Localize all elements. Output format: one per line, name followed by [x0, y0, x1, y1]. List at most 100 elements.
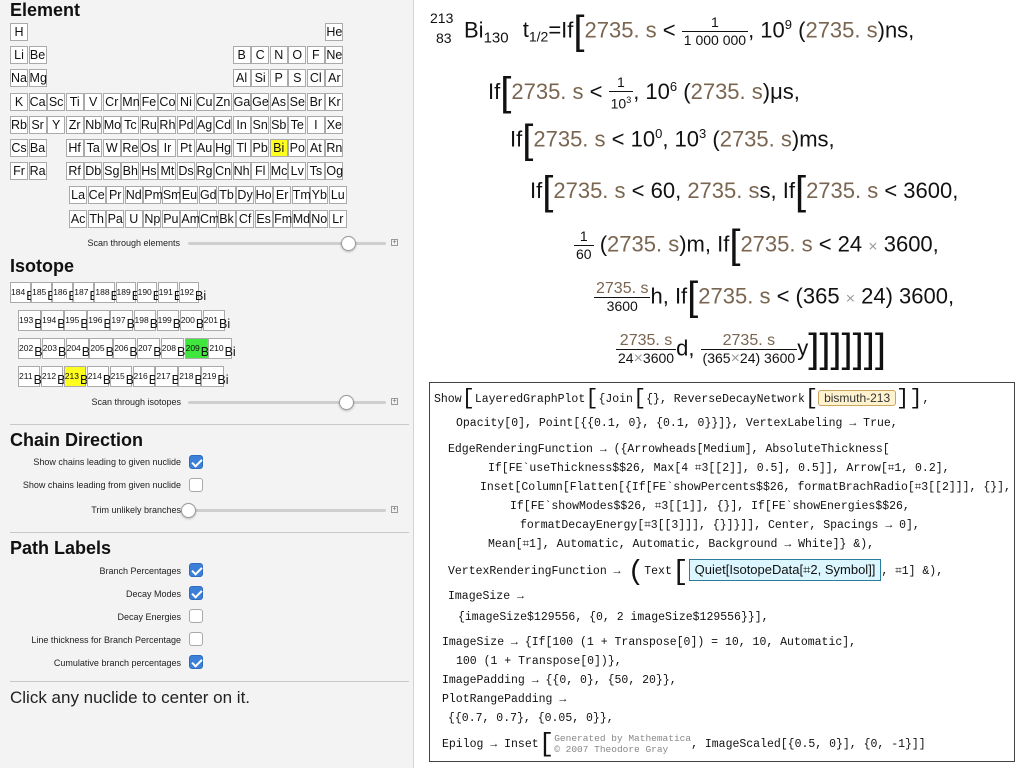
element-pa[interactable]: Pa: [106, 209, 125, 228]
element-be[interactable]: Be: [28, 46, 47, 65]
element-lu[interactable]: Lu: [328, 186, 347, 205]
element-ds[interactable]: Ds: [176, 162, 195, 181]
element-ba[interactable]: Ba: [28, 139, 47, 157]
element-s[interactable]: S: [288, 69, 307, 88]
element-ti[interactable]: Ti: [65, 92, 84, 111]
element-ho[interactable]: Ho: [254, 186, 273, 205]
element-cs[interactable]: Cs: [10, 139, 29, 157]
element-os[interactable]: Os: [139, 139, 158, 157]
element-rh[interactable]: Rh: [158, 115, 177, 134]
element-ts[interactable]: Ts: [306, 162, 325, 181]
element-hg[interactable]: Hg: [214, 139, 233, 157]
isotope-195[interactable]: 195Bi: [64, 310, 92, 331]
element-se[interactable]: Se: [288, 92, 307, 111]
element-am[interactable]: Am: [180, 209, 200, 228]
element-cm[interactable]: Cm: [198, 209, 219, 228]
scan-elements-slider[interactable]: [188, 242, 386, 245]
element-bh[interactable]: Bh: [121, 162, 140, 181]
element-sm[interactable]: Sm: [161, 186, 182, 205]
element-y[interactable]: Y: [47, 115, 66, 134]
element-gd[interactable]: Gd: [198, 186, 217, 205]
trim-expand-icon[interactable]: +: [391, 506, 398, 513]
element-n[interactable]: N: [269, 46, 288, 65]
element-fl[interactable]: Fl: [251, 162, 270, 181]
element-md[interactable]: Md: [291, 209, 310, 228]
decay-energies-checkbox[interactable]: [189, 609, 203, 623]
element-np[interactable]: Np: [143, 209, 162, 228]
element-rg[interactable]: Rg: [195, 162, 214, 181]
element-cn[interactable]: Cn: [214, 162, 233, 181]
element-es[interactable]: Es: [254, 209, 273, 228]
element-pu[interactable]: Pu: [161, 209, 180, 228]
element-si[interactable]: Si: [251, 69, 270, 88]
element-al[interactable]: Al: [232, 69, 251, 88]
element-ac[interactable]: Ac: [69, 209, 88, 228]
element-zn[interactable]: Zn: [214, 92, 233, 111]
cumulative-checkbox[interactable]: [189, 655, 203, 669]
element-tm[interactable]: Tm: [291, 186, 311, 205]
trim-slider[interactable]: [188, 509, 386, 512]
scan-isotopes-knob[interactable]: [339, 395, 355, 410]
isotope-197[interactable]: 197Bi: [110, 310, 138, 331]
element-eu[interactable]: Eu: [180, 186, 199, 205]
scan-isotopes-expand-icon[interactable]: +: [391, 398, 398, 405]
element-f[interactable]: F: [306, 46, 325, 65]
element-rb[interactable]: Rb: [10, 115, 29, 134]
isotope-204[interactable]: 204Bi: [65, 338, 93, 359]
element-th[interactable]: Th: [87, 209, 106, 228]
isotope-191[interactable]: 191Bi: [157, 282, 185, 303]
element-po[interactable]: Po: [288, 139, 307, 157]
isotope-203[interactable]: 203Bi: [41, 338, 69, 359]
element-mo[interactable]: Mo: [102, 115, 121, 134]
element-pt[interactable]: Pt: [176, 139, 195, 157]
isotope-199[interactable]: 199Bi: [156, 310, 184, 331]
element-in[interactable]: In: [232, 115, 251, 134]
element-nd[interactable]: Nd: [124, 186, 143, 205]
element-h[interactable]: H: [10, 23, 29, 41]
element-ta[interactable]: Ta: [84, 139, 103, 157]
isotope-198[interactable]: 198Bi: [133, 310, 161, 331]
element-sg[interactable]: Sg: [102, 162, 121, 181]
element-br[interactable]: Br: [306, 92, 325, 111]
element-cr[interactable]: Cr: [102, 92, 121, 111]
element-pb[interactable]: Pb: [251, 139, 270, 157]
isotope-208[interactable]: 208Bi: [160, 338, 188, 359]
element-ir[interactable]: Ir: [158, 139, 177, 157]
chains-from-checkbox[interactable]: [189, 478, 203, 492]
isotope-215[interactable]: 215Bi: [109, 366, 137, 387]
element-fr[interactable]: Fr: [10, 162, 29, 181]
element-u[interactable]: U: [124, 209, 143, 228]
element-fe[interactable]: Fe: [139, 92, 158, 111]
scan-isotopes-slider[interactable]: [188, 401, 386, 404]
element-at[interactable]: At: [306, 139, 325, 157]
element-mn[interactable]: Mn: [121, 92, 140, 111]
element-ce[interactable]: Ce: [87, 186, 106, 205]
isotope-184[interactable]: 184Bi: [10, 282, 37, 303]
isotope-186[interactable]: 186Bi: [52, 282, 80, 303]
element-og[interactable]: Og: [325, 162, 344, 181]
chains-to-checkbox[interactable]: [189, 455, 203, 469]
element-pd[interactable]: Pd: [176, 115, 195, 134]
isotope-216[interactable]: 216Bi: [132, 366, 160, 387]
isotope-211[interactable]: 211Bi: [18, 366, 45, 387]
element-er[interactable]: Er: [273, 186, 292, 205]
symbol-box[interactable]: Quiet[IsotopeData[⌗2, Symbol]]: [688, 559, 882, 581]
isotope-201[interactable]: 201Bi: [202, 310, 230, 331]
element-ag[interactable]: Ag: [195, 115, 214, 134]
element-b[interactable]: B: [232, 46, 251, 65]
element-ne[interactable]: Ne: [325, 46, 344, 65]
line-thickness-checkbox[interactable]: [189, 632, 203, 646]
nuclide-entity-tag[interactable]: bismuth-213: [818, 390, 897, 406]
isotope-213[interactable]: 213Bi: [63, 366, 91, 387]
element-la[interactable]: La: [69, 186, 88, 205]
scan-elements-expand-icon[interactable]: +: [391, 239, 398, 246]
trim-knob[interactable]: [181, 503, 196, 518]
element-db[interactable]: Db: [84, 162, 103, 181]
element-sc[interactable]: Sc: [47, 92, 66, 111]
element-nb[interactable]: Nb: [84, 115, 103, 134]
element-lr[interactable]: Lr: [328, 209, 347, 228]
element-w[interactable]: W: [102, 139, 121, 157]
element-lv[interactable]: Lv: [288, 162, 307, 181]
isotope-185[interactable]: 185Bi: [31, 282, 58, 303]
element-pr[interactable]: Pr: [106, 186, 125, 205]
